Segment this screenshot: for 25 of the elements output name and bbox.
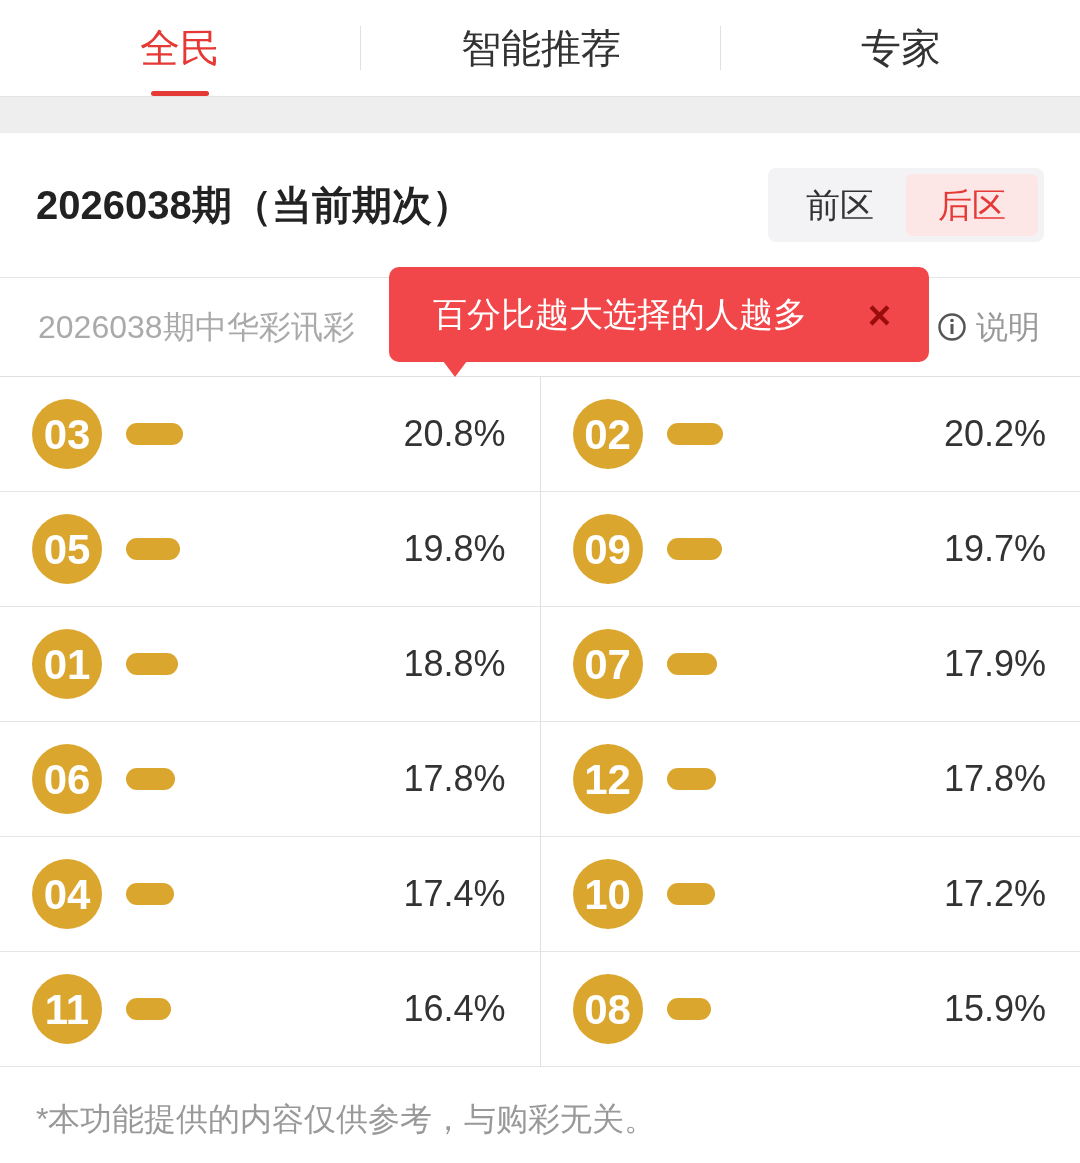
percentage: 17.2% [943,872,1046,916]
zone-tab[interactable]: 后区 [906,174,1038,236]
percentage: 19.8% [403,527,506,571]
percentage: 17.9% [943,642,1046,686]
subtitle: 2026038期中华彩讯彩 [38,308,355,347]
help-link[interactable]: 说明 [976,303,1040,351]
percentage: 17.8% [403,757,506,801]
percentage: 20.8% [403,412,506,456]
tab[interactable]: 智能推荐 [361,0,720,96]
tooltip-text: 百分比越大选择的人越多 [433,294,807,335]
percentage: 18.8% [403,642,506,686]
percentage: 15.9% [943,987,1046,1031]
tab[interactable]: 全民 [0,0,360,96]
tab-underline [151,91,209,96]
percentage: 17.8% [943,757,1046,801]
issue-title: 2026038期（当前期次） [36,182,472,229]
percentage: 19.7% [943,527,1046,571]
info-icon [938,313,966,341]
disclaimer: *本功能提供的内容仅供参考，与购彩无关。 [36,1101,657,1137]
percentage: 17.4% [403,872,506,916]
zone-tab[interactable]: 前区 [774,174,906,236]
percentage: 16.4% [403,987,506,1031]
close-button[interactable]: × [867,284,891,345]
tab[interactable]: 专家 [721,0,1080,96]
percentage: 20.2% [943,412,1046,456]
